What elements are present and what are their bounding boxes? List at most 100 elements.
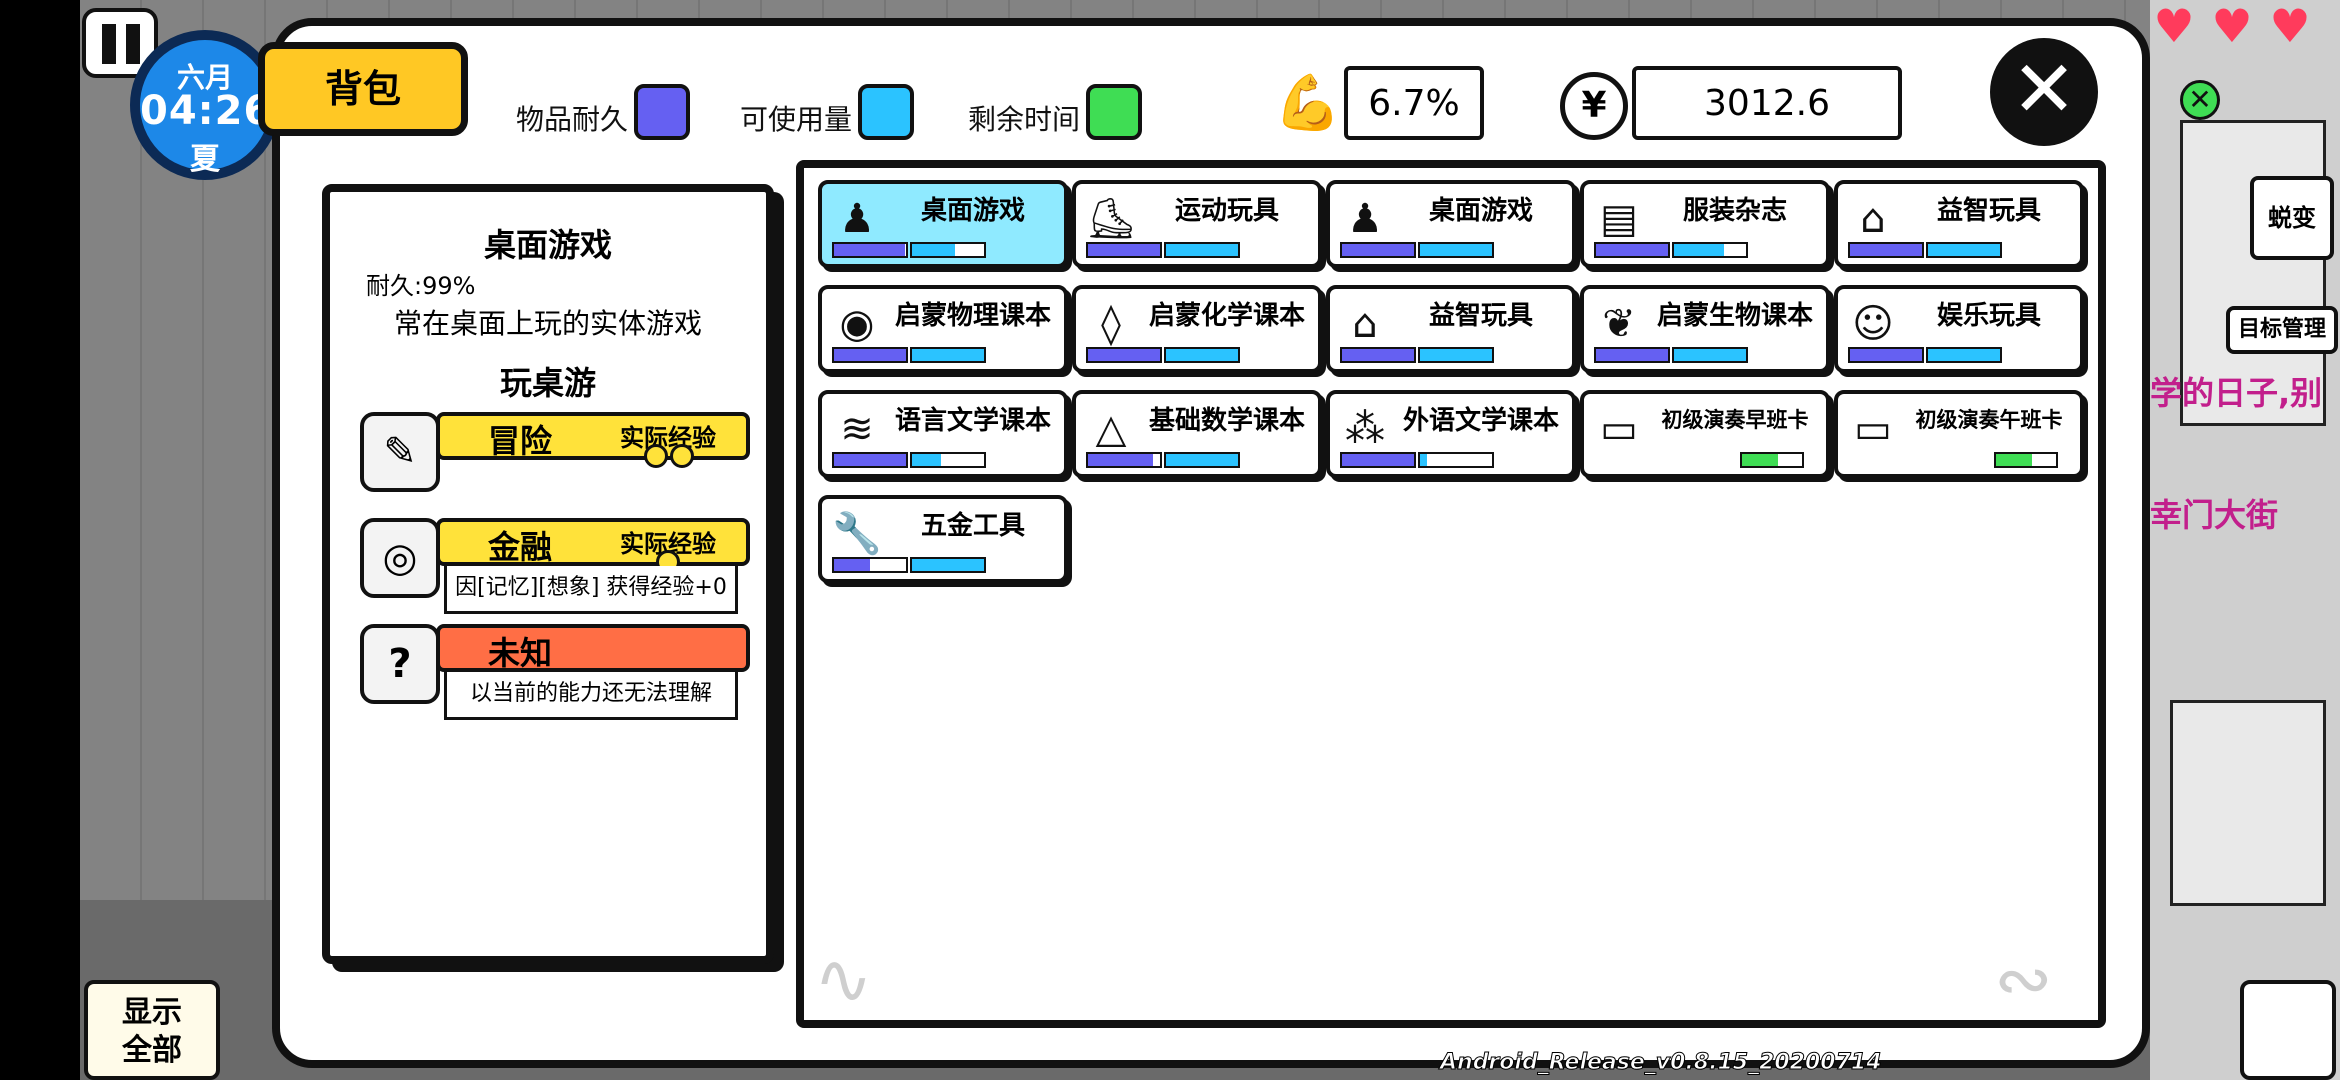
skill-unknown-bar: 未知 <box>436 624 750 672</box>
close-button[interactable]: ✕ <box>1990 38 2098 146</box>
money-value: 3012.6 <box>1632 66 1902 140</box>
ticket-card-icon: ▭ <box>1854 406 1892 452</box>
skill-finance-bar: 金融 实际经验 <box>436 518 750 566</box>
inventory-item-name: 服装杂志 <box>1682 196 1787 226</box>
ticket-card-icon: ▭ <box>1600 406 1638 452</box>
durability-bar-fill <box>834 559 870 571</box>
decor-swirl-icon: ∿ <box>814 938 873 1020</box>
durability-bar <box>1340 452 1416 468</box>
inventory-item[interactable]: ❦ 启蒙生物课本 <box>1580 285 1830 373</box>
usage-bar <box>910 557 986 573</box>
usage-bar-fill <box>912 349 984 361</box>
inventory-item-name: 基础数学课本 <box>1148 406 1305 436</box>
durability-bar <box>1594 242 1670 258</box>
durability-bar <box>832 347 908 363</box>
side-location-text: 幸门大街 <box>2150 496 2279 534</box>
legend-durability-label: 物品耐久 <box>516 103 629 136</box>
time-bar-fill <box>1996 454 2032 466</box>
goal-manage-button[interactable]: 目标管理 <box>2226 306 2338 354</box>
usage-bar <box>1164 242 1240 258</box>
inventory-item[interactable]: ◊ 启蒙化学课本 <box>1072 285 1322 373</box>
inventory-item[interactable]: ⛸ 运动玩具 <box>1072 180 1322 268</box>
usage-bar-fill <box>1674 244 1725 256</box>
durability-bar <box>1848 347 1924 363</box>
durability-bar-fill <box>834 454 906 466</box>
inventory-grid: ∿ ∾ ♟ 桌面游戏 ⛸ 运动玩具 ♟ 桌面游戏 ▤ 服装杂志 ⌂ 益智玩具 ◉ 启蒙物理课本 ◊ 启蒙化… <box>796 160 2106 1028</box>
skill-name: 未知 <box>488 634 553 672</box>
inventory-item-name: 启蒙生物课本 <box>1656 301 1813 331</box>
usage-bar <box>1672 347 1748 363</box>
usage-bar <box>1418 347 1494 363</box>
inventory-item-name: 语言文学课本 <box>894 406 1051 436</box>
usage-bar <box>1164 452 1240 468</box>
heart-icon: ♥ <box>2269 0 2311 53</box>
book-icon[interactable] <box>2240 980 2336 1080</box>
durability-bar <box>1340 242 1416 258</box>
coins-icon: ◎ <box>360 518 440 598</box>
usage-bar-fill <box>1166 454 1238 466</box>
usage-bar <box>1418 242 1494 258</box>
durability-bar-fill <box>1342 349 1414 361</box>
inventory-item[interactable]: ☺ 娱乐玩具 <box>1834 285 2084 373</box>
usage-bar <box>910 242 986 258</box>
usage-bar <box>910 452 986 468</box>
inventory-item-name: 启蒙化学课本 <box>1148 301 1305 331</box>
durability-bar-fill <box>834 244 906 256</box>
legend-usage-swatch <box>858 84 914 140</box>
skill-finance-note: 因[记忆][想象] 获得经验+0 <box>444 566 738 614</box>
durability-bar-fill <box>1342 454 1414 466</box>
durability-bar <box>1086 452 1162 468</box>
inventory-item[interactable]: ▤ 服装杂志 <box>1580 180 1830 268</box>
durability-bar-fill <box>1088 244 1160 256</box>
coin-icon: ¥ <box>1560 72 1628 140</box>
bag-tab: 背包 <box>258 42 468 136</box>
inventory-item[interactable]: ◉ 启蒙物理课本 <box>818 285 1068 373</box>
heart-icon: ♥ <box>2211 0 2253 53</box>
legend-durability-swatch <box>634 84 690 140</box>
map-icon: ✎ <box>360 412 440 492</box>
usage-bar <box>1926 242 2002 258</box>
pause-icon <box>102 24 116 64</box>
inventory-item[interactable]: 🔧 五金工具 <box>818 495 1068 583</box>
inventory-item[interactable]: ▭ 初级演奏午班卡 <box>1834 390 2084 478</box>
usage-bar-fill <box>912 454 941 466</box>
detail-usage: 玩桌游 <box>499 364 596 402</box>
version-label: Android_Release_v0.8.15_20200714 <box>1440 1050 1883 1076</box>
inventory-item[interactable]: ≋ 语言文学课本 <box>818 390 1068 478</box>
legend-time-label: 剩余时间 <box>968 103 1081 136</box>
detail-description: 常在桌面上玩的实体游戏 <box>393 307 702 340</box>
durability-bar-fill <box>1596 244 1668 256</box>
skill-adventure-bar: 冒险 实际经验 <box>436 412 750 460</box>
fork-knife-icon[interactable]: ✕ <box>2180 80 2220 120</box>
show-all-button[interactable]: 显示 全部 <box>84 980 220 1080</box>
transform-button[interactable]: 蜕变 <box>2250 176 2334 260</box>
inventory-item[interactable]: △ 基础数学课本 <box>1072 390 1322 478</box>
inventory-item-name: 运动玩具 <box>1174 196 1279 226</box>
inventory-item[interactable]: ⌂ 益智玩具 <box>1326 285 1576 373</box>
usage-bar-fill <box>1166 349 1238 361</box>
strength-value: 6.7% <box>1344 66 1484 140</box>
usage-bar <box>1926 347 2002 363</box>
inventory-item[interactable]: ⌂ 益智玩具 <box>1834 180 2084 268</box>
usage-bar-fill <box>1928 349 2000 361</box>
durability-bar <box>1340 347 1416 363</box>
question-icon: ? <box>360 624 440 704</box>
inventory-item-name: 桌面游戏 <box>920 196 1025 226</box>
durability-bar-fill <box>1088 349 1160 361</box>
inventory-item-name: 五金工具 <box>920 511 1025 541</box>
durability-bar-fill <box>1850 244 1922 256</box>
inventory-item[interactable]: ⁂ 外语文学课本 <box>1326 390 1576 478</box>
skill-unknown-note: 以当前的能力还无法理解 <box>444 672 738 720</box>
durability-bar-fill <box>1342 244 1414 256</box>
usage-bar-fill <box>1928 244 2000 256</box>
inventory-item[interactable]: ♟ 桌面游戏 <box>1326 180 1576 268</box>
inventory-item-name: 益智玩具 <box>1936 196 2041 226</box>
usage-bar <box>1164 347 1240 363</box>
durability-bar <box>1086 347 1162 363</box>
durability-bar <box>1594 347 1670 363</box>
legend-time-swatch <box>1086 84 1142 140</box>
inventory-item[interactable]: ▭ 初级演奏早班卡 <box>1580 390 1830 478</box>
usage-bar-fill <box>1166 244 1238 256</box>
durability-bar <box>832 557 908 573</box>
inventory-item[interactable]: ♟ 桌面游戏 <box>818 180 1068 268</box>
